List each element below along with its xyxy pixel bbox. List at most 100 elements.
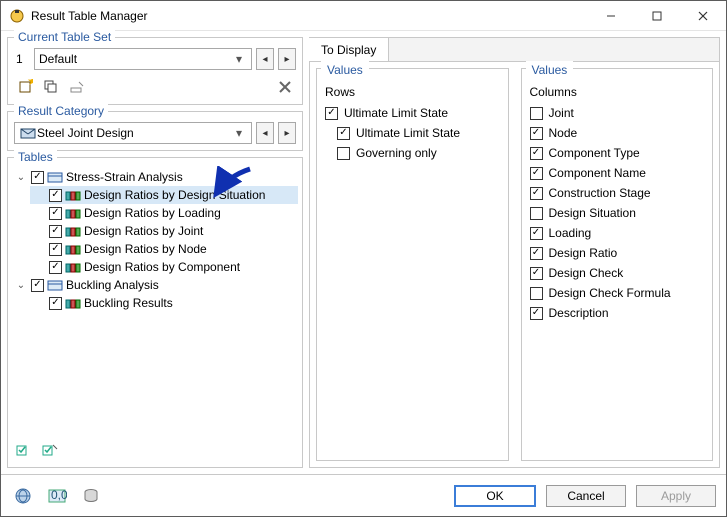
- titlebar: Result Table Manager: [1, 1, 726, 31]
- result-category-dropdown[interactable]: Steel Joint Design ▾: [14, 122, 252, 144]
- columns-checkbox-row[interactable]: Loading: [530, 223, 705, 243]
- checkbox[interactable]: [530, 147, 543, 160]
- columns-checkbox-label: Construction Stage: [549, 186, 651, 200]
- table-icon: [65, 296, 81, 310]
- display-tabstrip: To Display: [309, 37, 720, 61]
- tree-item[interactable]: Design Ratios by Loading: [30, 204, 298, 222]
- tree-item-label: Design Ratios by Component: [84, 260, 240, 274]
- checkbox[interactable]: [49, 243, 62, 256]
- columns-checkbox-label: Loading: [549, 226, 592, 240]
- checkbox[interactable]: [49, 225, 62, 238]
- tree-item[interactable]: Buckling Results: [30, 294, 298, 312]
- checkbox[interactable]: [49, 297, 62, 310]
- database-button[interactable]: [79, 484, 103, 508]
- tree-item-label: Design Ratios by Joint: [84, 224, 203, 238]
- minimize-button[interactable]: [588, 1, 634, 30]
- columns-checkbox-row[interactable]: Joint: [530, 103, 705, 123]
- columns-checkbox-row[interactable]: Description: [530, 303, 705, 323]
- window-buttons: [588, 1, 726, 30]
- checkbox[interactable]: [49, 261, 62, 274]
- rows-checkbox-label: Ultimate Limit State: [344, 106, 448, 120]
- tree-group[interactable]: ⌄ Stress-Strain Analysis: [12, 168, 298, 186]
- checkbox[interactable]: [530, 187, 543, 200]
- rows-checkbox-row[interactable]: Ultimate Limit State: [325, 103, 500, 123]
- tab-to-display[interactable]: To Display: [309, 37, 389, 61]
- prev-button[interactable]: ◂: [256, 48, 274, 70]
- checkbox[interactable]: [530, 307, 543, 320]
- apply-button[interactable]: Apply: [636, 485, 716, 507]
- current-table-set-header: Current Table Set: [14, 30, 115, 44]
- check-all-button[interactable]: [14, 441, 34, 459]
- columns-checkbox-label: Description: [549, 306, 609, 320]
- units-button[interactable]: 0,00: [45, 484, 69, 508]
- rows-checkbox-row[interactable]: Governing only: [325, 143, 500, 163]
- tree-item[interactable]: Design Ratios by Design Situation: [30, 186, 298, 204]
- checkbox[interactable]: [49, 189, 62, 202]
- columns-checkbox-row[interactable]: Design Ratio: [530, 243, 705, 263]
- checkbox[interactable]: [530, 207, 543, 220]
- columns-values-panel: Values Columns JointNodeComponent TypeCo…: [521, 68, 714, 461]
- group-icon: [47, 278, 63, 292]
- table-icon: [65, 260, 81, 274]
- tree-twisty[interactable]: ⌄: [14, 280, 28, 291]
- tree-group-label: Stress-Strain Analysis: [66, 170, 183, 184]
- checkbox[interactable]: [530, 267, 543, 280]
- checkbox[interactable]: [530, 287, 543, 300]
- close-button[interactable]: [680, 1, 726, 30]
- tree-item-label: Design Ratios by Design Situation: [84, 188, 265, 202]
- tree-item[interactable]: Design Ratios by Joint: [30, 222, 298, 240]
- rows-checkbox-row[interactable]: Ultimate Limit State: [325, 123, 500, 143]
- tree-item[interactable]: Design Ratios by Component: [30, 258, 298, 276]
- columns-checkbox-row[interactable]: Node: [530, 123, 705, 143]
- ok-button[interactable]: OK: [454, 485, 536, 507]
- columns-checkbox-label: Design Situation: [549, 206, 636, 220]
- columns-checkbox-row[interactable]: Design Check Formula: [530, 283, 705, 303]
- new-tableset-button[interactable]: ★: [14, 76, 36, 98]
- checkbox[interactable]: [31, 171, 44, 184]
- columns-checkbox-label: Design Ratio: [549, 246, 618, 260]
- footer: 0,00 OK Cancel Apply: [1, 474, 726, 516]
- checkbox[interactable]: [530, 247, 543, 260]
- edit-tableset-button[interactable]: [66, 76, 88, 98]
- tables-tree[interactable]: ⌄ Stress-Strain Analysis Design Ratios by …: [12, 168, 298, 437]
- table-icon: [65, 224, 81, 238]
- tree-item-label: Design Ratios by Loading: [84, 206, 221, 220]
- checkbox[interactable]: [31, 279, 44, 292]
- tree-item-label: Design Ratios by Node: [84, 242, 207, 256]
- columns-checkbox-row[interactable]: Component Type: [530, 143, 705, 163]
- checkbox[interactable]: [530, 107, 543, 120]
- next-category-button[interactable]: ▸: [278, 122, 296, 144]
- checkbox[interactable]: [530, 167, 543, 180]
- result-category-value: Steel Joint Design: [37, 126, 231, 140]
- columns-checkbox-label: Component Type: [549, 146, 640, 160]
- columns-checkbox-row[interactable]: Design Situation: [530, 203, 705, 223]
- uncheck-all-button[interactable]: [40, 441, 60, 459]
- delete-tableset-button[interactable]: [274, 76, 296, 98]
- checkbox[interactable]: [530, 127, 543, 140]
- tree-group[interactable]: ⌄Buckling Analysis: [12, 276, 298, 294]
- tableset-value: Default: [39, 52, 231, 66]
- tree-item[interactable]: Design Ratios by Node: [30, 240, 298, 258]
- checkbox[interactable]: [337, 147, 350, 160]
- maximize-button[interactable]: [634, 1, 680, 30]
- group-icon: [47, 170, 63, 184]
- help-button[interactable]: [11, 484, 35, 508]
- window: Result Table Manager Current Table Set 1…: [0, 0, 727, 517]
- columns-checkbox-row[interactable]: Component Name: [530, 163, 705, 183]
- checkbox[interactable]: [530, 227, 543, 240]
- cancel-button[interactable]: Cancel: [546, 485, 626, 507]
- next-button[interactable]: ▸: [278, 48, 296, 70]
- checkbox[interactable]: [325, 107, 338, 120]
- columns-checkbox-row[interactable]: Construction Stage: [530, 183, 705, 203]
- prev-category-button[interactable]: ◂: [256, 122, 274, 144]
- chevron-down-icon: ▾: [231, 126, 247, 140]
- table-icon: [65, 206, 81, 220]
- checkbox[interactable]: [49, 207, 62, 220]
- checkbox[interactable]: [337, 127, 350, 140]
- current-table-set-panel: Current Table Set 1 Default ▾ ◂ ▸ ★: [7, 37, 303, 105]
- copy-tableset-button[interactable]: [40, 76, 62, 98]
- tableset-dropdown[interactable]: Default ▾: [34, 48, 252, 70]
- tableset-index: 1: [14, 52, 30, 66]
- columns-checkbox-row[interactable]: Design Check: [530, 263, 705, 283]
- tree-twisty[interactable]: ⌄: [14, 172, 28, 183]
